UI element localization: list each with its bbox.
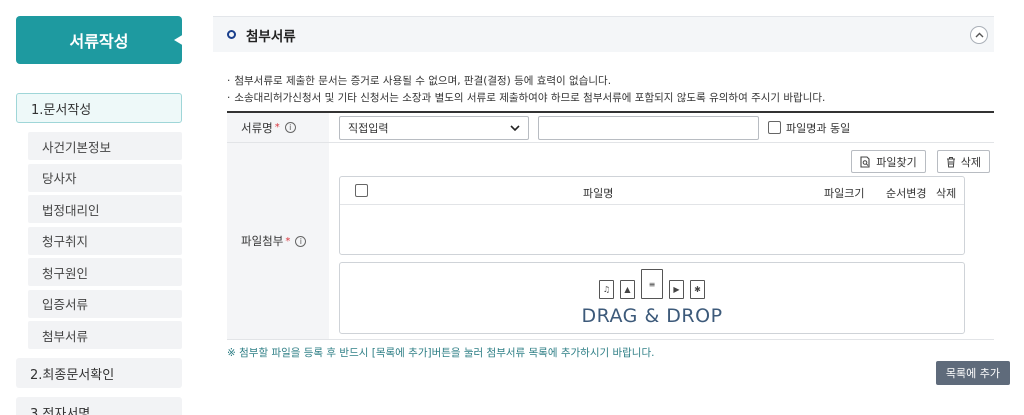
file-type-icons: ♫ ▲ ≡ ▶ ✱ <box>599 269 705 299</box>
chevron-down-icon <box>510 124 520 131</box>
file-button-group: 파일찾기 삭제 <box>851 150 990 173</box>
sidebar-title-text: 서류작성 <box>69 32 129 51</box>
doc-name-input[interactable] <box>538 115 759 140</box>
title-bullet-icon <box>227 30 236 39</box>
collapse-button[interactable] <box>970 26 988 44</box>
trash-icon <box>946 156 955 167</box>
footnote: ※ 첨부할 파일을 등록 후 반드시 [목록에 추가]버튼을 눌러 첨부서류 목… <box>227 347 655 359</box>
required-mark: * <box>274 122 280 133</box>
audio-file-icon: ♫ <box>599 280 614 299</box>
file-list-header: 파일명 파일크기 순서변경 삭제 <box>340 177 964 205</box>
settings-file-icon: ✱ <box>690 280 705 299</box>
select-all-checkbox[interactable] <box>355 184 368 197</box>
panel-header: 첨부서류 <box>213 16 994 52</box>
notice-item: 첨부서류로 제출한 문서는 증거로 사용될 수 없으며, 판결(결정) 등에 효… <box>227 73 994 90</box>
sidebar-item-evidence[interactable]: 입증서류 <box>28 289 182 318</box>
sidebar-item-claim-purpose[interactable]: 청구취지 <box>28 226 182 255</box>
sidebar-item-attachments[interactable]: 첨부서류 <box>28 321 182 349</box>
required-mark: * <box>285 235 291 247</box>
attachment-form: 서류명 * i 직접입력 파일명과 동일 파일첨부 * i 파일찾기 삭제 파일… <box>227 111 994 340</box>
doc-name-label-text: 서류명 <box>241 120 273 135</box>
text-file-icon: ≡ <box>641 269 663 299</box>
step-sub-list: 사건기본정보 당사자 법정대리인 청구취지 청구원인 입증서류 첨부서류 <box>16 132 182 349</box>
doc-type-select-value: 직접입력 <box>348 121 389 135</box>
find-file-button[interactable]: 파일찾기 <box>851 150 926 173</box>
same-as-filename-checkbox[interactable]: 파일명과 동일 <box>768 120 850 136</box>
sidebar-title: 서류작성 <box>16 16 184 64</box>
step-final-review[interactable]: 2.최종문서확인 <box>16 358 182 388</box>
panel-title: 첨부서류 <box>246 28 296 45</box>
info-icon[interactable]: i <box>284 122 296 133</box>
delete-label: 삭제 <box>960 155 981 169</box>
chevron-up-icon <box>975 32 983 38</box>
image-file-icon: ▲ <box>620 280 635 299</box>
video-file-icon: ▶ <box>669 280 684 299</box>
checkbox-icon[interactable] <box>768 121 781 134</box>
file-search-icon <box>860 155 870 168</box>
delete-button[interactable]: 삭제 <box>936 150 990 173</box>
file-attach-label: 파일첨부 * i <box>227 143 329 339</box>
doc-name-label: 서류명 * i <box>227 113 329 142</box>
notice-item: 소송대리허가신청서 및 기타 신청서는 소장과 별도의 서류로 제출하여야 하므… <box>227 90 994 107</box>
sidebar-item-parties[interactable]: 당사자 <box>28 163 182 192</box>
info-icon[interactable]: i <box>295 235 307 247</box>
add-to-list-button[interactable]: 목록에 추가 <box>935 361 1010 385</box>
step-document-writing[interactable]: 1.문서작성 <box>16 93 182 123</box>
notice-list: 첨부서류로 제출한 문서는 증거로 사용될 수 없으며, 판결(결정) 등에 효… <box>213 73 994 107</box>
main-content: 첨부서류 첨부서류로 제출한 문서는 증거로 사용될 수 없으며, 판결(결정)… <box>213 16 994 360</box>
sidebar-item-legal-rep[interactable]: 법정대리인 <box>28 195 182 223</box>
sidebar-item-case-info[interactable]: 사건기본정보 <box>28 132 182 160</box>
col-file-name: 파일명 <box>583 187 614 200</box>
drag-drop-text: DRAG & DROP <box>581 305 723 327</box>
same-as-filename-label: 파일명과 동일 <box>786 121 851 135</box>
file-list: 파일명 파일크기 순서변경 삭제 <box>339 176 965 255</box>
sidebar: 서류작성 1.문서작성 사건기본정보 당사자 법정대리인 청구취지 청구원인 입… <box>16 16 184 415</box>
sidebar-item-claim-cause[interactable]: 청구원인 <box>28 258 182 286</box>
col-file-size: 파일크기 <box>824 187 865 200</box>
find-file-label: 파일찾기 <box>876 155 917 169</box>
step-e-signature[interactable]: 3.전자서명 <box>16 397 182 415</box>
file-attach-label-text: 파일첨부 <box>241 234 284 248</box>
doc-type-select[interactable]: 직접입력 <box>339 115 529 140</box>
col-delete: 삭제 <box>936 187 957 200</box>
drag-drop-zone[interactable]: ♫ ▲ ≡ ▶ ✱ DRAG & DROP <box>339 262 965 334</box>
file-attach-row: 파일첨부 * i 파일찾기 삭제 파일명 파일크기 순서변경 삭제 ♫ ▲ ≡ … <box>227 143 994 340</box>
col-order-change: 순서변경 <box>886 187 927 200</box>
doc-name-row: 서류명 * i 직접입력 파일명과 동일 <box>227 113 994 143</box>
sidebar-pointer-icon <box>174 34 184 46</box>
